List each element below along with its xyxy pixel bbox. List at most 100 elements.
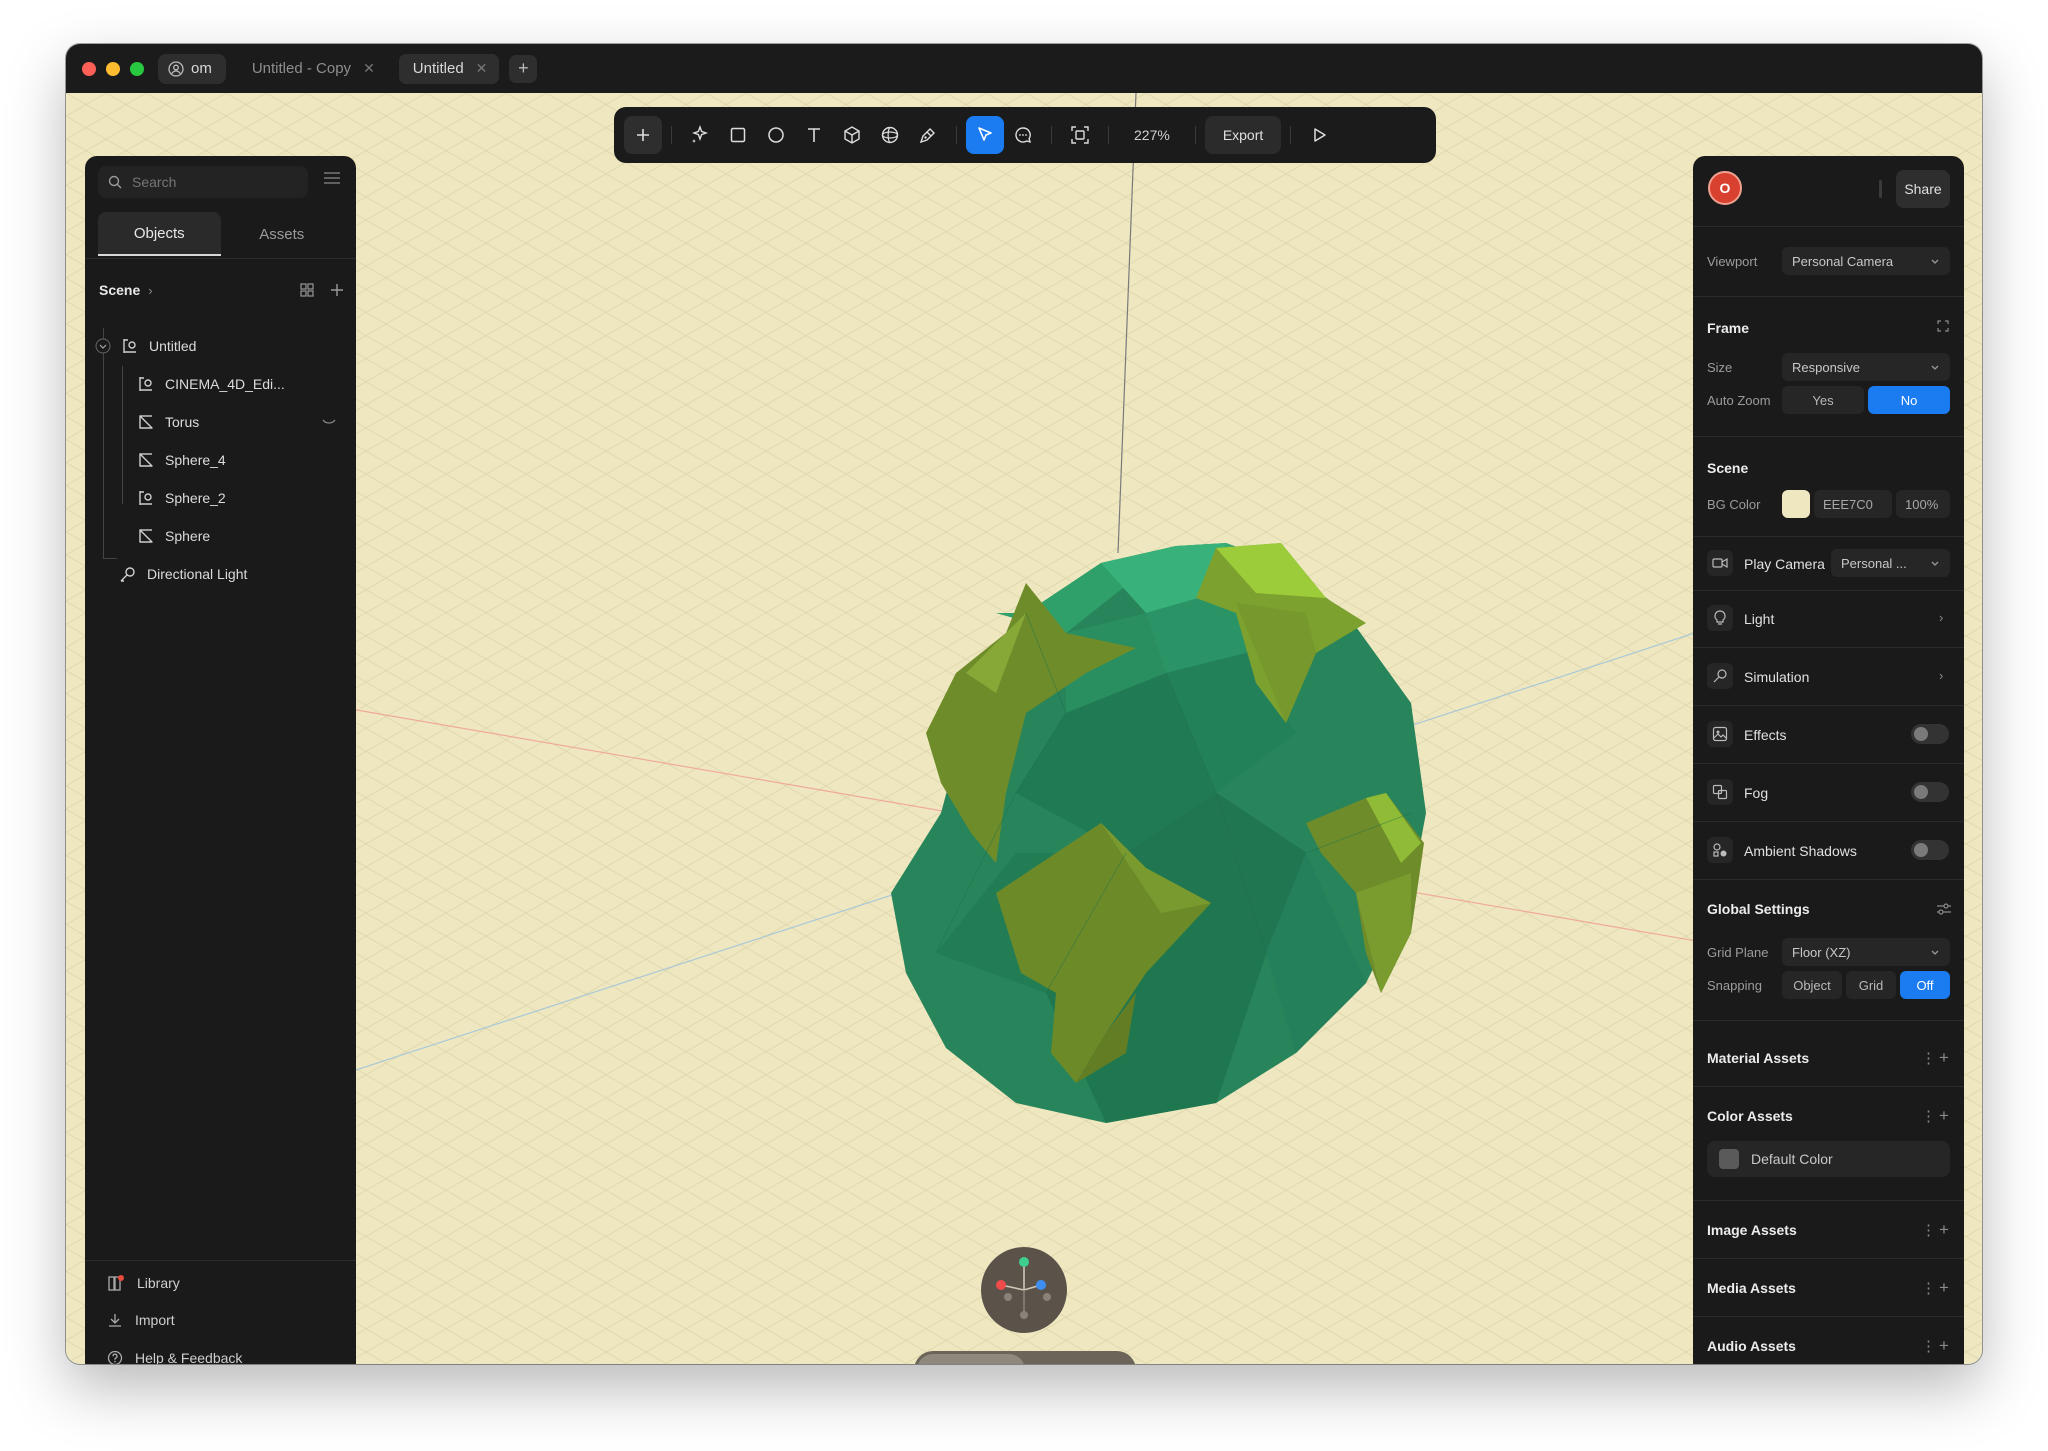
add-color-icon[interactable]: +	[1939, 1107, 1949, 1124]
mesh-icon	[139, 453, 153, 467]
cursor-icon	[978, 127, 992, 141]
simulation-row[interactable]	[1707, 663, 1733, 689]
text-tool-button[interactable]	[795, 116, 833, 154]
scene-label[interactable]: Scene	[99, 282, 140, 298]
ambient-shadows-toggle[interactable]	[1911, 840, 1949, 860]
snapping-grid-button[interactable]: Grid	[1846, 971, 1896, 999]
download-icon	[109, 1314, 121, 1327]
cube-tool-button[interactable]	[833, 116, 871, 154]
pen-tool-button[interactable]	[909, 116, 947, 154]
chevron-right-icon[interactable]: ›	[1939, 610, 1943, 625]
light-row[interactable]	[1707, 605, 1733, 631]
search-icon	[108, 175, 122, 189]
fullscreen-window-button[interactable]	[130, 61, 144, 76]
minimize-window-button[interactable]	[106, 61, 120, 76]
import-link[interactable]: Import	[107, 1312, 175, 1328]
add-object-button[interactable]	[624, 116, 662, 154]
divider	[1693, 1086, 1964, 1087]
ellipse-tool-button[interactable]	[757, 116, 795, 154]
ai-tool-button[interactable]	[681, 116, 719, 154]
effects-toggle[interactable]	[1911, 724, 1949, 744]
select-tool-button[interactable]	[966, 116, 1004, 154]
more-options-icon[interactable]: ⋮	[1921, 1107, 1936, 1125]
new-tab-button[interactable]: +	[509, 54, 538, 83]
list-menu-icon[interactable]	[323, 170, 341, 186]
add-object-icon[interactable]	[330, 283, 344, 297]
tab-assets[interactable]: Assets	[221, 212, 344, 256]
panel-tabs: Objects Assets	[98, 212, 343, 256]
tab-untitled-copy[interactable]: Untitled - Copy ✕	[238, 54, 387, 84]
size-select[interactable]: Responsive	[1782, 353, 1950, 381]
fog-toggle[interactable]	[1911, 782, 1949, 802]
tab-objects[interactable]: Objects	[98, 212, 221, 256]
search-input[interactable]	[132, 174, 282, 190]
help-link[interactable]: Help & Feedback	[107, 1350, 242, 1364]
divider	[1693, 1258, 1964, 1259]
chevron-right-icon[interactable]: ›	[1939, 668, 1943, 683]
add-audio-icon[interactable]: +	[1939, 1337, 1949, 1354]
tree-item-directional-light[interactable]: Directional Light	[119, 562, 247, 586]
default-color-asset[interactable]: Default Color	[1707, 1141, 1950, 1177]
close-tab-icon[interactable]: ✕	[363, 60, 375, 77]
expand-frame-icon[interactable]	[1937, 320, 1949, 332]
grid-plane-select[interactable]: Floor (XZ)	[1782, 938, 1950, 966]
tree-item-torus[interactable]: Torus	[137, 410, 337, 434]
more-options-icon[interactable]: ⋮	[1921, 1337, 1936, 1355]
play-button[interactable]	[1300, 116, 1338, 154]
orientation-gizmo[interactable]	[981, 1247, 1067, 1333]
snapping-object-button[interactable]: Object	[1782, 971, 1842, 999]
user-chip[interactable]: om	[158, 53, 226, 84]
sphere-tool-button[interactable]	[871, 116, 909, 154]
tree-item-cinema4d[interactable]: CINEMA_4D_Edi...	[137, 372, 285, 396]
chevron-right-icon[interactable]: ›	[148, 283, 152, 298]
light-label[interactable]: Light	[1744, 611, 1774, 627]
tree-item-sphere-4[interactable]: Sphere_4	[137, 448, 226, 472]
add-image-icon[interactable]: +	[1939, 1221, 1949, 1238]
avatar[interactable]: O	[1708, 171, 1742, 205]
close-tab-icon[interactable]: ✕	[476, 60, 488, 77]
close-window-button[interactable]	[82, 61, 96, 76]
rectangle-tool-button[interactable]	[719, 116, 757, 154]
color-swatch	[1719, 1149, 1739, 1169]
bg-color-hex-input[interactable]: EEE7C0	[1814, 490, 1892, 518]
play-camera-select[interactable]: Personal ...	[1831, 549, 1950, 577]
library-link[interactable]: Library	[107, 1274, 180, 1292]
tab-untitled[interactable]: Untitled ✕	[398, 53, 500, 84]
sparkle-icon	[691, 125, 709, 143]
user-chip-label: om	[191, 60, 212, 77]
more-options-icon[interactable]: ⋮	[1921, 1279, 1936, 1297]
grid-view-icon[interactable]	[300, 283, 314, 297]
orthographic-button[interactable]: Orthographic	[917, 1354, 1025, 1364]
bg-color-swatch[interactable]	[1782, 490, 1810, 518]
collapse-toggle-icon[interactable]	[95, 338, 111, 354]
perspective-button[interactable]: Perspective	[1025, 1354, 1133, 1364]
zoom-level[interactable]: 227%	[1134, 127, 1170, 143]
viewport-select[interactable]: Personal Camera	[1782, 247, 1950, 275]
search-field[interactable]	[98, 166, 308, 198]
more-options-icon[interactable]: ⋮	[1921, 1049, 1936, 1067]
color-assets-heading: Color Assets	[1707, 1108, 1793, 1124]
simulation-label[interactable]: Simulation	[1744, 669, 1809, 685]
library-label: Library	[137, 1275, 180, 1291]
divider	[1693, 296, 1964, 297]
snapping-off-button[interactable]: Off	[1900, 971, 1950, 999]
bg-opacity-input[interactable]: 100%	[1896, 490, 1950, 518]
add-material-icon[interactable]: +	[1939, 1049, 1949, 1066]
export-button[interactable]: Export	[1204, 116, 1282, 154]
frame-tool-button[interactable]	[1061, 116, 1099, 154]
ambient-shadows-icon	[1713, 843, 1727, 857]
share-button[interactable]: Share	[1896, 170, 1950, 208]
material-assets-heading: Material Assets	[1707, 1050, 1810, 1066]
tree-item-sphere[interactable]: Sphere	[137, 524, 210, 548]
auto-zoom-no-button[interactable]: No	[1868, 386, 1950, 414]
tree-item-untitled[interactable]: Untitled	[95, 334, 196, 358]
fog-icon-box	[1707, 779, 1733, 805]
hidden-eye-icon[interactable]	[321, 417, 337, 427]
comment-tool-button[interactable]	[1004, 116, 1042, 154]
more-options-icon[interactable]: ⋮	[1921, 1221, 1936, 1239]
settings-sliders-icon[interactable]	[1936, 901, 1952, 917]
auto-zoom-toggle: Yes No	[1782, 386, 1950, 414]
tree-item-sphere-2[interactable]: Sphere_2	[137, 486, 226, 510]
auto-zoom-yes-button[interactable]: Yes	[1782, 386, 1864, 414]
add-media-icon[interactable]: +	[1939, 1279, 1949, 1296]
